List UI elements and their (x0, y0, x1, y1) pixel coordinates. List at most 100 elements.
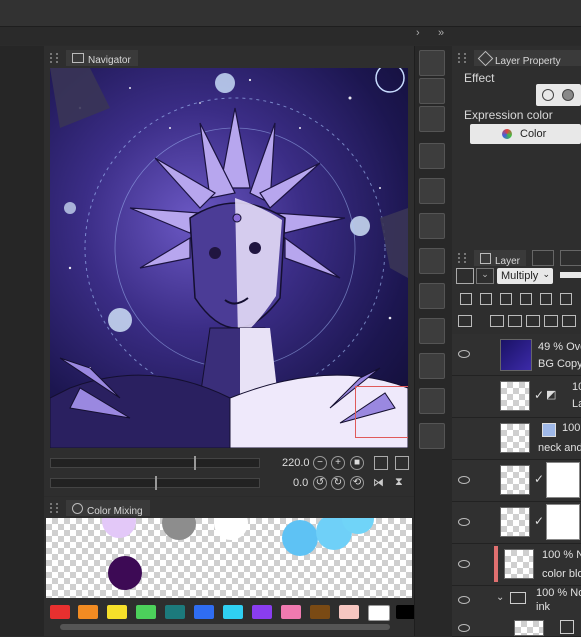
panel-icon-figure-5[interactable] (419, 318, 445, 344)
opacity-slider[interactable] (560, 272, 581, 278)
fit-to-window-icon[interactable] (374, 456, 388, 470)
panel-icon-figure-4[interactable] (419, 283, 445, 309)
layer-row[interactable] (452, 618, 581, 637)
lock-transparent-icon[interactable] (540, 293, 552, 305)
layer-row[interactable]: ✓ ◩ 10 La (452, 376, 581, 418)
layer-row[interactable]: ✓ (452, 502, 581, 544)
color-mixing-grip-icon[interactable] (50, 503, 58, 513)
palette-swatch[interactable] (252, 605, 272, 619)
palette-swatch[interactable] (107, 605, 127, 619)
rotation-slider-knob[interactable] (155, 476, 157, 490)
layer-grip-icon[interactable] (458, 253, 466, 263)
palette-swatch[interactable] (310, 605, 330, 619)
palette-swatch[interactable] (223, 605, 243, 619)
new-vector-layer-icon[interactable] (508, 315, 522, 327)
lock-icon[interactable] (520, 293, 532, 305)
layer-property-icon[interactable] (419, 50, 445, 76)
visibility-eye-icon[interactable] (458, 350, 470, 358)
visibility-eye-icon[interactable] (458, 518, 470, 526)
palette-swatch[interactable] (165, 605, 185, 619)
layer-color-label (494, 546, 498, 582)
layer-property-grip-icon[interactable] (458, 53, 466, 63)
layer-type-icon: ◩ (546, 389, 557, 401)
dock-collapse-icon[interactable]: › (416, 27, 420, 39)
layer-color-chip[interactable] (456, 268, 474, 284)
effect-border-icon[interactable] (542, 89, 554, 101)
palette-swatch[interactable] (368, 605, 390, 621)
draft-layer-icon[interactable] (500, 293, 512, 305)
panel-icon-figure-7[interactable] (419, 388, 445, 414)
zoom-value[interactable]: 220.0 (282, 457, 310, 469)
new-folder-icon[interactable] (526, 315, 540, 327)
panel-icon-figure-2[interactable] (419, 213, 445, 239)
folder-expand-chevron-icon[interactable]: ⌄ (496, 592, 504, 603)
color-mixing-canvas[interactable] (46, 518, 412, 598)
panel-icon-figure-1[interactable] (419, 178, 445, 204)
layer-property-tab-icon (477, 50, 494, 67)
navigator-grip-icon[interactable] (50, 53, 58, 63)
layer-property-tab[interactable]: Layer Property (474, 50, 581, 67)
reset-rotation-icon[interactable]: ⟲ (350, 476, 364, 490)
zoom-slider[interactable] (50, 458, 260, 468)
palette-swatch[interactable] (50, 605, 70, 619)
panel-icon-figure-3[interactable] (419, 248, 445, 274)
layer-thumbnail (500, 465, 530, 495)
mask-icon[interactable] (560, 293, 572, 305)
effect-tone-icon[interactable] (562, 89, 574, 101)
layer-property-tab-label: Layer Property (495, 56, 561, 67)
panel-icon-figure-8[interactable] (419, 423, 445, 449)
actual-size-icon[interactable] (395, 456, 409, 470)
viewport-indicator[interactable] (355, 386, 408, 438)
layer-mask-icon[interactable] (562, 315, 576, 327)
palette-swatch[interactable] (136, 605, 156, 619)
paint-blob-purple (108, 556, 142, 590)
palette-swatch[interactable] (194, 605, 214, 619)
rotate-right-icon[interactable]: ↻ (331, 476, 345, 490)
reference-layer-icon[interactable] (480, 293, 492, 305)
blend-mode-select[interactable]: Multiply ⌄ (497, 268, 553, 284)
palette-swatch[interactable] (339, 605, 359, 619)
dock-expand-icon[interactable]: » (438, 27, 444, 39)
layer-row[interactable]: 49 % Ove BG Copy (452, 334, 581, 376)
visibility-eye-icon[interactable] (458, 560, 470, 568)
layer-tab-3-icon[interactable] (560, 250, 581, 266)
color-mixing-tab[interactable]: Color Mixing (66, 500, 150, 517)
flip-vertical-icon[interactable]: ⧗ (395, 476, 403, 489)
visibility-eye-icon[interactable] (458, 596, 470, 604)
palette-swatch[interactable] (78, 605, 98, 619)
visibility-eye-icon[interactable] (458, 476, 470, 484)
layer-list-icon[interactable] (458, 315, 472, 327)
rotate-left-icon[interactable]: ↺ (313, 476, 327, 490)
layer-tab-label: Layer (495, 256, 521, 267)
navigator-tab[interactable]: Navigator (66, 50, 138, 66)
layer-row[interactable]: 100 % N color blo (452, 544, 581, 586)
save-icon[interactable] (419, 106, 445, 132)
clip-layer-icon[interactable] (460, 293, 472, 305)
rotation-value[interactable]: 0.0 (293, 477, 308, 489)
color-mixing-scrollbar[interactable] (60, 624, 390, 630)
layer-thumbnail (500, 381, 530, 411)
flip-horizontal-icon[interactable]: ⧒ (373, 476, 384, 489)
visibility-eye-icon[interactable] (458, 624, 470, 632)
zoom-stop-icon[interactable]: ■ (350, 456, 364, 470)
new-raster-layer-icon[interactable] (490, 315, 504, 327)
layer-row[interactable]: 100 neck and (452, 418, 581, 460)
effect-label: Effect (464, 71, 495, 85)
panel-icon-figure-6[interactable] (419, 353, 445, 379)
layer-row[interactable]: ✓ (452, 460, 581, 502)
color-drops-icon[interactable] (419, 78, 445, 104)
zoom-slider-knob[interactable] (194, 456, 196, 470)
layer-tab[interactable]: Layer (474, 250, 526, 267)
panel-icon-grid[interactable] (419, 143, 445, 169)
palette-swatch[interactable] (396, 605, 416, 619)
layer-color-dropdown-icon[interactable]: ⌄ (476, 268, 494, 284)
navigator-canvas-preview[interactable] (50, 68, 408, 448)
merge-layer-icon[interactable] (544, 315, 558, 327)
layer-material-icon (542, 423, 556, 437)
layer-tab-2-icon[interactable] (532, 250, 554, 266)
expression-color-select[interactable]: Color (470, 124, 581, 144)
layer-opacity-mode: 49 % Ove (538, 341, 581, 353)
palette-swatch[interactable] (281, 605, 301, 619)
zoom-out-icon[interactable]: − (313, 456, 327, 470)
zoom-in-icon[interactable]: + (331, 456, 345, 470)
